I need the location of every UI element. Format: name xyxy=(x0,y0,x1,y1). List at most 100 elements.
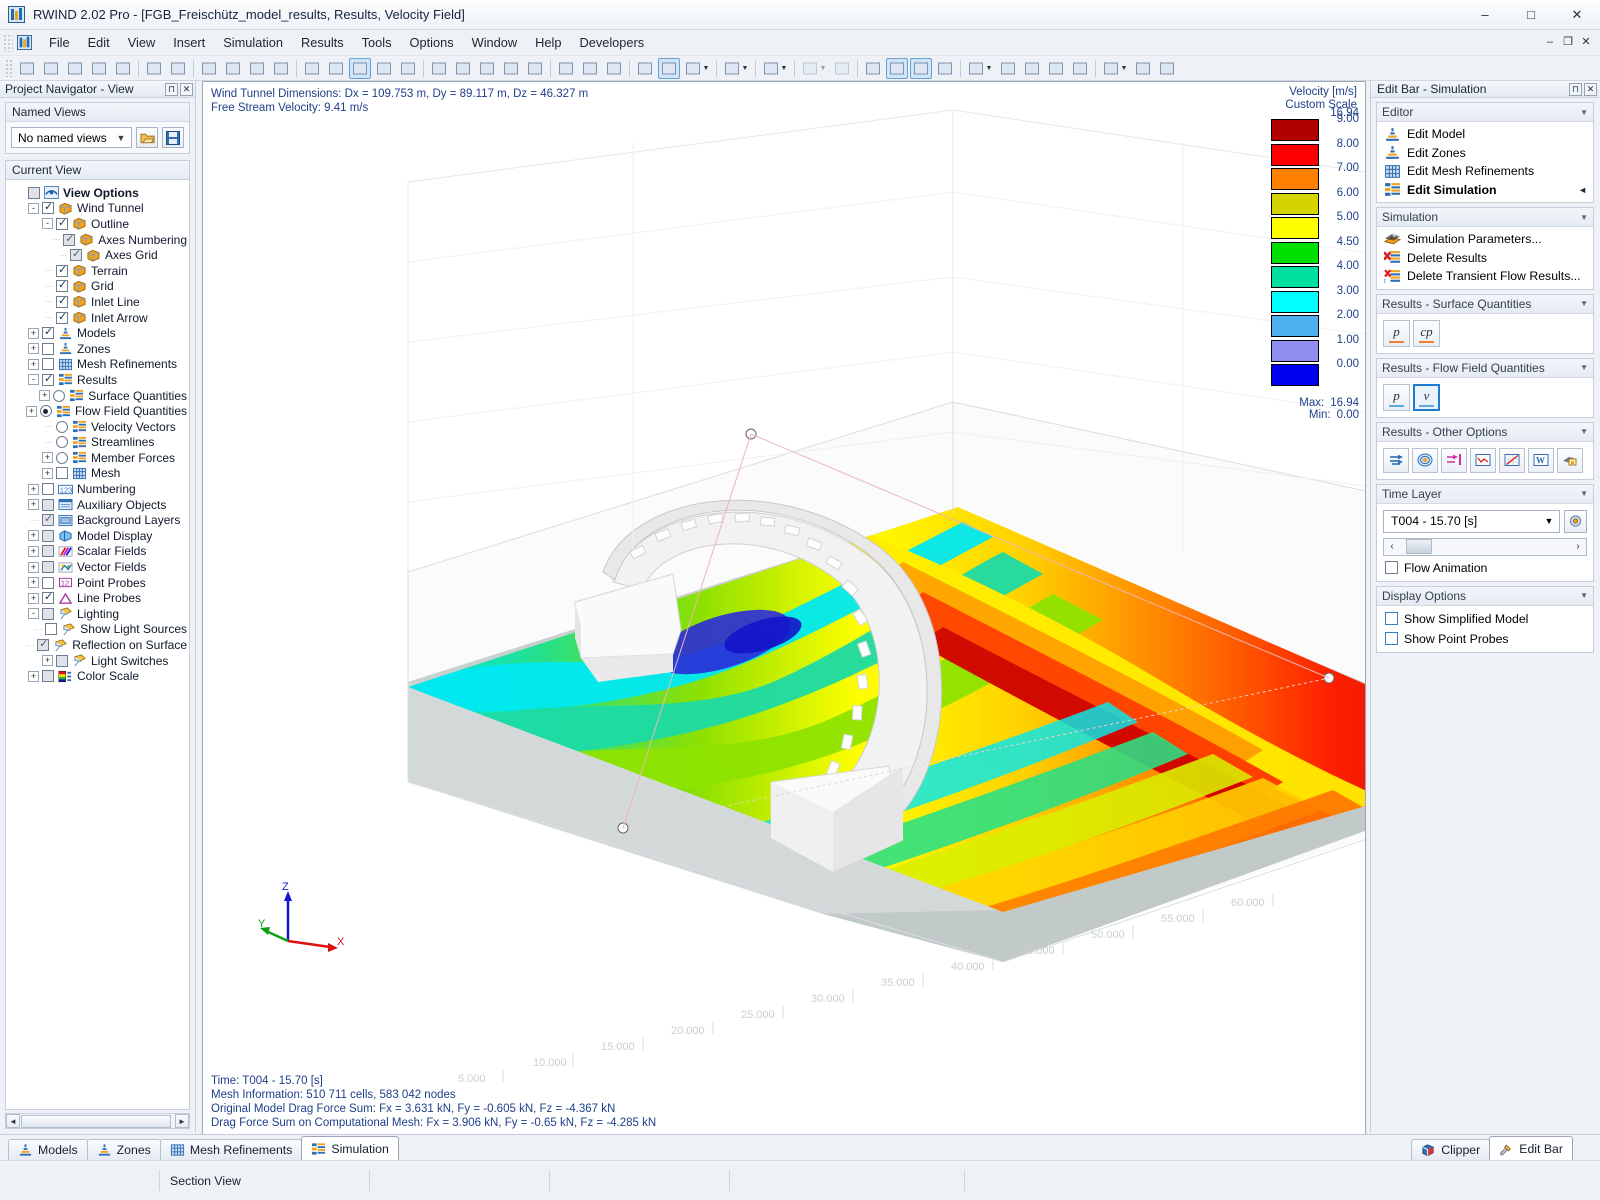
tree-checkbox[interactable] xyxy=(42,202,54,214)
toolbar-rotate-y-button[interactable] xyxy=(397,58,419,79)
tree-checkbox[interactable] xyxy=(42,577,54,589)
window-close-button[interactable]: ✕ xyxy=(1554,0,1600,30)
tree-radio[interactable] xyxy=(56,421,68,433)
tab-mesh-refinements[interactable]: Mesh Refinements xyxy=(160,1139,303,1160)
section-header[interactable]: Editor▼ xyxy=(1377,103,1593,122)
tree-item-models[interactable]: +Models xyxy=(10,325,187,341)
tree-item-zones[interactable]: +Zones xyxy=(10,341,187,357)
tree-expander[interactable]: + xyxy=(42,468,53,479)
tab-edit-bar[interactable]: Edit Bar xyxy=(1489,1136,1573,1160)
tree-checkbox[interactable] xyxy=(42,327,54,339)
menu-grip[interactable] xyxy=(3,34,13,52)
menu-item-help[interactable]: Help xyxy=(526,31,570,54)
tree-checkbox[interactable] xyxy=(42,545,54,557)
menu-item-results[interactable]: Results xyxy=(292,31,353,54)
toolbar-render-button[interactable] xyxy=(198,58,220,79)
toolbar-vector-dropdown-button[interactable]: ▼ xyxy=(799,58,829,79)
tree-item-light-switches[interactable]: +Light Switches xyxy=(10,653,187,669)
tree-radio[interactable] xyxy=(40,405,52,417)
time-layer-slider[interactable]: ‹› xyxy=(1383,538,1587,556)
editbar-item-delete-results[interactable]: Delete Results xyxy=(1381,249,1589,268)
cp-surface-button[interactable]: cp xyxy=(1413,320,1440,347)
named-views-select[interactable]: No named views ▼ xyxy=(11,127,132,148)
menu-item-developers[interactable]: Developers xyxy=(570,31,653,54)
3d-viewport[interactable]: 5.000 10.000 15.000 20.000 25.000 30.000… xyxy=(202,81,1366,1137)
toolbar-rotate-x-button[interactable] xyxy=(373,58,395,79)
toolbar-results-field-button[interactable] xyxy=(910,58,932,79)
toolbar-clip-arrow-dropdown-button[interactable]: ▼ xyxy=(1100,58,1130,79)
section-header[interactable]: Results - Flow Field Quantities▼ xyxy=(1377,359,1593,378)
toolbar-isosurface-button[interactable] xyxy=(831,58,853,79)
tree-item-model-display[interactable]: +Model Display xyxy=(10,528,187,544)
tree-checkbox[interactable] xyxy=(28,187,40,199)
chevron-down-icon[interactable]: ▼ xyxy=(1580,427,1588,436)
editbar-item-simulation-parameters-[interactable]: Simulation Parameters... xyxy=(1381,230,1589,249)
tree-checkbox[interactable] xyxy=(42,608,54,620)
tree-checkbox[interactable] xyxy=(56,218,68,230)
toolbar-undo-button[interactable] xyxy=(143,58,165,79)
tree-checkbox[interactable] xyxy=(37,639,49,651)
navigator-horizontal-scrollbar[interactable]: ◄ ► xyxy=(5,1113,190,1129)
menu-item-tools[interactable]: Tools xyxy=(353,31,401,54)
editbar-item-edit-zones[interactable]: Edit Zones xyxy=(1381,144,1589,163)
pressure-surface-button[interactable]: p xyxy=(1383,320,1410,347)
toolbar-results-anim-button[interactable] xyxy=(934,58,956,79)
tree-item-wind-tunnel[interactable]: -Wind Tunnel xyxy=(10,201,187,217)
tree-expander[interactable]: + xyxy=(42,655,53,666)
tree-checkbox[interactable] xyxy=(56,655,68,667)
tree-item-line-probes[interactable]: +Line Probes xyxy=(10,590,187,606)
toolbar-show-model-button[interactable] xyxy=(301,58,323,79)
editbar-item-edit-mesh-refinements[interactable]: Edit Mesh Refinements xyxy=(1381,162,1589,181)
toolbar-redo-button[interactable] xyxy=(167,58,189,79)
toolbar-box-dropdown-button[interactable]: ▼ xyxy=(721,58,751,79)
window-minimize-button[interactable]: – xyxy=(1462,0,1508,30)
editbar-pin-button[interactable]: ⊓ xyxy=(1569,83,1582,96)
tree-item-flow-field-quantities[interactable]: +Flow Field Quantities xyxy=(10,403,187,419)
toolbar-section-mirror-button[interactable] xyxy=(1069,58,1091,79)
tree-expander[interactable]: + xyxy=(28,577,39,588)
load-view-button[interactable] xyxy=(136,127,158,148)
tree-item-axes-grid[interactable]: ⋯Axes Grid xyxy=(10,247,187,263)
section-header[interactable]: Display Options▼ xyxy=(1377,587,1593,606)
chevron-down-icon[interactable]: ▼ xyxy=(1580,363,1588,372)
tree-checkbox[interactable] xyxy=(42,374,54,386)
tree-checkbox[interactable] xyxy=(63,234,75,246)
chart-button[interactable] xyxy=(1499,448,1525,473)
tree-item-point-probes[interactable]: +12Point Probes xyxy=(10,575,187,591)
editbar-item-edit-simulation[interactable]: Edit Simulation◄ xyxy=(1381,181,1589,200)
streamlines-button[interactable] xyxy=(1412,448,1438,473)
toolbar-pan-button[interactable] xyxy=(555,58,577,79)
tab-models[interactable]: Models xyxy=(8,1139,88,1160)
tree-expander[interactable]: - xyxy=(28,608,39,619)
toolbar-results-model-button[interactable] xyxy=(886,58,908,79)
navigator-close-button[interactable]: ✕ xyxy=(180,83,193,96)
time-layer-select[interactable]: T004 - 15.70 [s]▼ xyxy=(1383,510,1560,533)
tree-item-velocity-vectors[interactable]: ⋯Velocity Vectors xyxy=(10,419,187,435)
tree-item-lighting[interactable]: -Lighting xyxy=(10,606,187,622)
toolbar-rotate-free-button[interactable] xyxy=(349,58,371,79)
toolbar-zoom-button[interactable] xyxy=(500,58,522,79)
tree-item-terrain[interactable]: ⋯Terrain xyxy=(10,263,187,279)
tree-item-inlet-arrow[interactable]: ⋯Inlet Arrow xyxy=(10,310,187,326)
toolbar-zoom-window-button[interactable] xyxy=(476,58,498,79)
tree-expander[interactable]: + xyxy=(28,562,39,573)
tree-expander[interactable]: + xyxy=(28,328,39,339)
mdi-close-button[interactable]: ✕ xyxy=(1577,34,1595,52)
chevron-down-icon[interactable]: ▼ xyxy=(1580,489,1588,498)
tree-expander[interactable]: + xyxy=(28,546,39,557)
chevron-down-icon[interactable]: ▼ xyxy=(1580,299,1588,308)
toolbar-visibility-button[interactable] xyxy=(222,58,244,79)
slider-right-icon[interactable]: › xyxy=(1570,541,1586,552)
diagram-button[interactable] xyxy=(1470,448,1496,473)
velocity-vectors-button[interactable] xyxy=(1383,448,1409,473)
tree-expander[interactable]: + xyxy=(28,499,39,510)
toolbar-wireframe-button[interactable] xyxy=(634,58,656,79)
tab-simulation[interactable]: Simulation xyxy=(301,1136,398,1160)
menu-item-file[interactable]: File xyxy=(40,31,79,54)
tree-checkbox[interactable] xyxy=(70,249,82,261)
toolbar-section-red-button[interactable] xyxy=(997,58,1019,79)
toolbar-snap-button[interactable] xyxy=(246,58,268,79)
tree-item-streamlines[interactable]: ⋯Streamlines xyxy=(10,435,187,451)
tree-item-axes-numbering[interactable]: ⋯Axes Numbering xyxy=(10,232,187,248)
tree-item-show-light-sources[interactable]: ⋯Show Light Sources xyxy=(10,622,187,638)
